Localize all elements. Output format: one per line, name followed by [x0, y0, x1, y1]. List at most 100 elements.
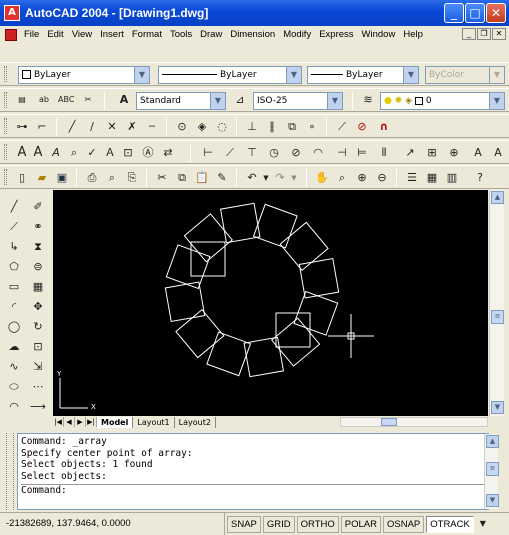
rectangle-icon[interactable]: ▭: [6, 279, 22, 295]
toolbar-grip[interactable]: [4, 92, 7, 108]
stretch-icon[interactable]: ⇲: [30, 359, 46, 375]
last-tab-button[interactable]: ▶|: [86, 417, 97, 427]
dim-style-icon[interactable]: ⊿: [232, 92, 248, 108]
menu-window[interactable]: Window: [358, 29, 400, 40]
zoom-realtime-icon[interactable]: ⌕: [334, 170, 350, 186]
print-icon[interactable]: ⎙: [84, 170, 100, 186]
doc-minimize-button[interactable]: _: [462, 28, 476, 40]
osnap-toggle[interactable]: OSNAP: [382, 515, 425, 533]
justify-text-icon[interactable]: Ⓐ: [140, 145, 156, 161]
extend-icon[interactable]: ⟶: [30, 399, 46, 415]
scroll-down-button[interactable]: ▼: [486, 494, 499, 507]
trim-icon[interactable]: ⋯: [30, 379, 46, 395]
single-line-text-icon[interactable]: A: [30, 145, 46, 161]
zoom-window-icon[interactable]: ⊕: [354, 170, 370, 186]
drawing-horizontal-scrollbar[interactable]: [340, 417, 488, 427]
close-button[interactable]: ✕: [486, 3, 506, 23]
drawing-vertical-scrollbar[interactable]: ▲ ≡ ▼: [489, 190, 504, 416]
menu-view[interactable]: View: [68, 29, 96, 40]
chevron-down-icon[interactable]: ▼: [489, 93, 504, 109]
toolbar-grip[interactable]: [4, 66, 7, 82]
snap-none-icon[interactable]: ⊘: [354, 119, 370, 135]
dim-style-combo[interactable]: ISO-25 ▼: [253, 92, 343, 110]
chevron-down-icon[interactable]: ▼: [403, 67, 418, 83]
quick-leader-icon[interactable]: ↗: [402, 145, 418, 161]
toolbar-grip[interactable]: [4, 144, 7, 160]
text-style-icon[interactable]: A: [116, 92, 132, 108]
chevron-down-icon[interactable]: ▼: [134, 67, 149, 83]
tab-model[interactable]: Model: [97, 416, 134, 428]
mirror-icon[interactable]: ⧗: [30, 239, 46, 255]
tool-palettes-icon[interactable]: ▥: [444, 170, 460, 186]
match-properties-icon[interactable]: ✎: [214, 170, 230, 186]
cut-icon[interactable]: ✂: [154, 170, 170, 186]
express-arc-text-icon[interactable]: ABC: [58, 92, 74, 108]
otrack-toggle[interactable]: OTRACK: [426, 515, 474, 533]
ellipse-icon[interactable]: ⬭: [6, 379, 22, 395]
diameter-dimension-icon[interactable]: ⊘: [288, 145, 304, 161]
find-text-icon[interactable]: ⌕: [66, 145, 82, 161]
tolerance-icon[interactable]: ⊞: [424, 145, 440, 161]
help-icon[interactable]: ?: [472, 170, 488, 186]
layer-manager-icon[interactable]: ≋: [360, 92, 376, 108]
scale-icon[interactable]: ⊡: [30, 339, 46, 355]
snap-apparent-icon[interactable]: ✗: [124, 119, 140, 135]
coordinate-readout[interactable]: -21382689, 137.9464, 0.0000: [0, 513, 225, 535]
scroll-thumb[interactable]: ≡: [486, 462, 499, 476]
text-style-combo[interactable]: Standard ▼: [136, 92, 226, 110]
menu-tools[interactable]: Tools: [166, 29, 196, 40]
scroll-down-button[interactable]: ▼: [491, 401, 504, 414]
menu-format[interactable]: Format: [128, 29, 166, 40]
new-file-icon[interactable]: ▯: [14, 170, 30, 186]
source-square[interactable]: [190, 241, 226, 277]
circle-icon[interactable]: ◯: [6, 319, 22, 335]
edit-text-icon[interactable]: A: [48, 145, 64, 161]
polyline-icon[interactable]: ↳: [6, 239, 22, 255]
tab-layout1[interactable]: Layout1: [133, 416, 175, 428]
menu-draw[interactable]: Draw: [196, 29, 226, 40]
aligned-dimension-icon[interactable]: ⟋: [222, 145, 238, 161]
snap-parallel-icon[interactable]: ∥: [264, 119, 280, 135]
snap-insert-icon[interactable]: ⧉: [284, 119, 300, 135]
polar-toggle[interactable]: POLAR: [340, 515, 381, 533]
doc-close-button[interactable]: ✕: [492, 28, 506, 40]
multiline-text-icon[interactable]: A: [14, 145, 30, 161]
chevron-down-icon[interactable]: ▼: [286, 67, 301, 83]
menu-edit[interactable]: Edit: [43, 29, 67, 40]
radius-dimension-icon[interactable]: ◷: [266, 145, 282, 161]
snap-intersection-icon[interactable]: ✕: [104, 119, 120, 135]
linear-dimension-icon[interactable]: ⊢: [200, 145, 216, 161]
snap-quadrant-icon[interactable]: ◈: [194, 119, 210, 135]
paste-icon[interactable]: 📋: [194, 170, 210, 186]
design-center-icon[interactable]: ▦: [424, 170, 440, 186]
center-mark-icon[interactable]: ⊕: [446, 145, 462, 161]
drawing-canvas[interactable]: [53, 190, 488, 417]
properties-icon[interactable]: ☰: [404, 170, 420, 186]
ordinate-dimension-icon[interactable]: ⊤: [244, 145, 260, 161]
spline-icon[interactable]: ∿: [6, 359, 22, 375]
snap-node-icon[interactable]: ∘: [304, 119, 320, 135]
temp-track-point-icon[interactable]: ⊶: [14, 119, 30, 135]
spell-check-icon[interactable]: ✓: [84, 145, 100, 161]
lineweight-combo[interactable]: ByLayer ▼: [307, 66, 419, 84]
express-text-icon[interactable]: ab: [36, 92, 52, 108]
color-combo[interactable]: ByLayer ▼: [18, 66, 150, 84]
source-square[interactable]: [275, 312, 311, 348]
command-window-grip[interactable]: [6, 433, 14, 510]
drawing-area[interactable]: Y X: [53, 190, 488, 417]
copy-object-icon[interactable]: ⚭: [30, 219, 46, 235]
chevron-down-icon[interactable]: ▼: [327, 93, 342, 109]
menu-express[interactable]: Express: [315, 29, 357, 40]
plot-preview-icon[interactable]: ⌕: [104, 170, 120, 186]
grid-toggle[interactable]: GRID: [262, 515, 295, 533]
arc-icon[interactable]: ◜: [6, 299, 22, 315]
dimension-edit-icon[interactable]: A: [470, 145, 486, 161]
text-style-manager-icon[interactable]: Ａ: [102, 145, 118, 161]
dimension-text-edit-icon[interactable]: A: [490, 145, 506, 161]
snap-endpoint-icon[interactable]: ╱: [64, 119, 80, 135]
document-icon[interactable]: [5, 28, 17, 41]
next-tab-button[interactable]: ▶: [75, 417, 86, 427]
baseline-dimension-icon[interactable]: ⊨: [354, 145, 370, 161]
prev-tab-button[interactable]: ◀: [64, 417, 75, 427]
array-square[interactable]: [206, 331, 252, 377]
